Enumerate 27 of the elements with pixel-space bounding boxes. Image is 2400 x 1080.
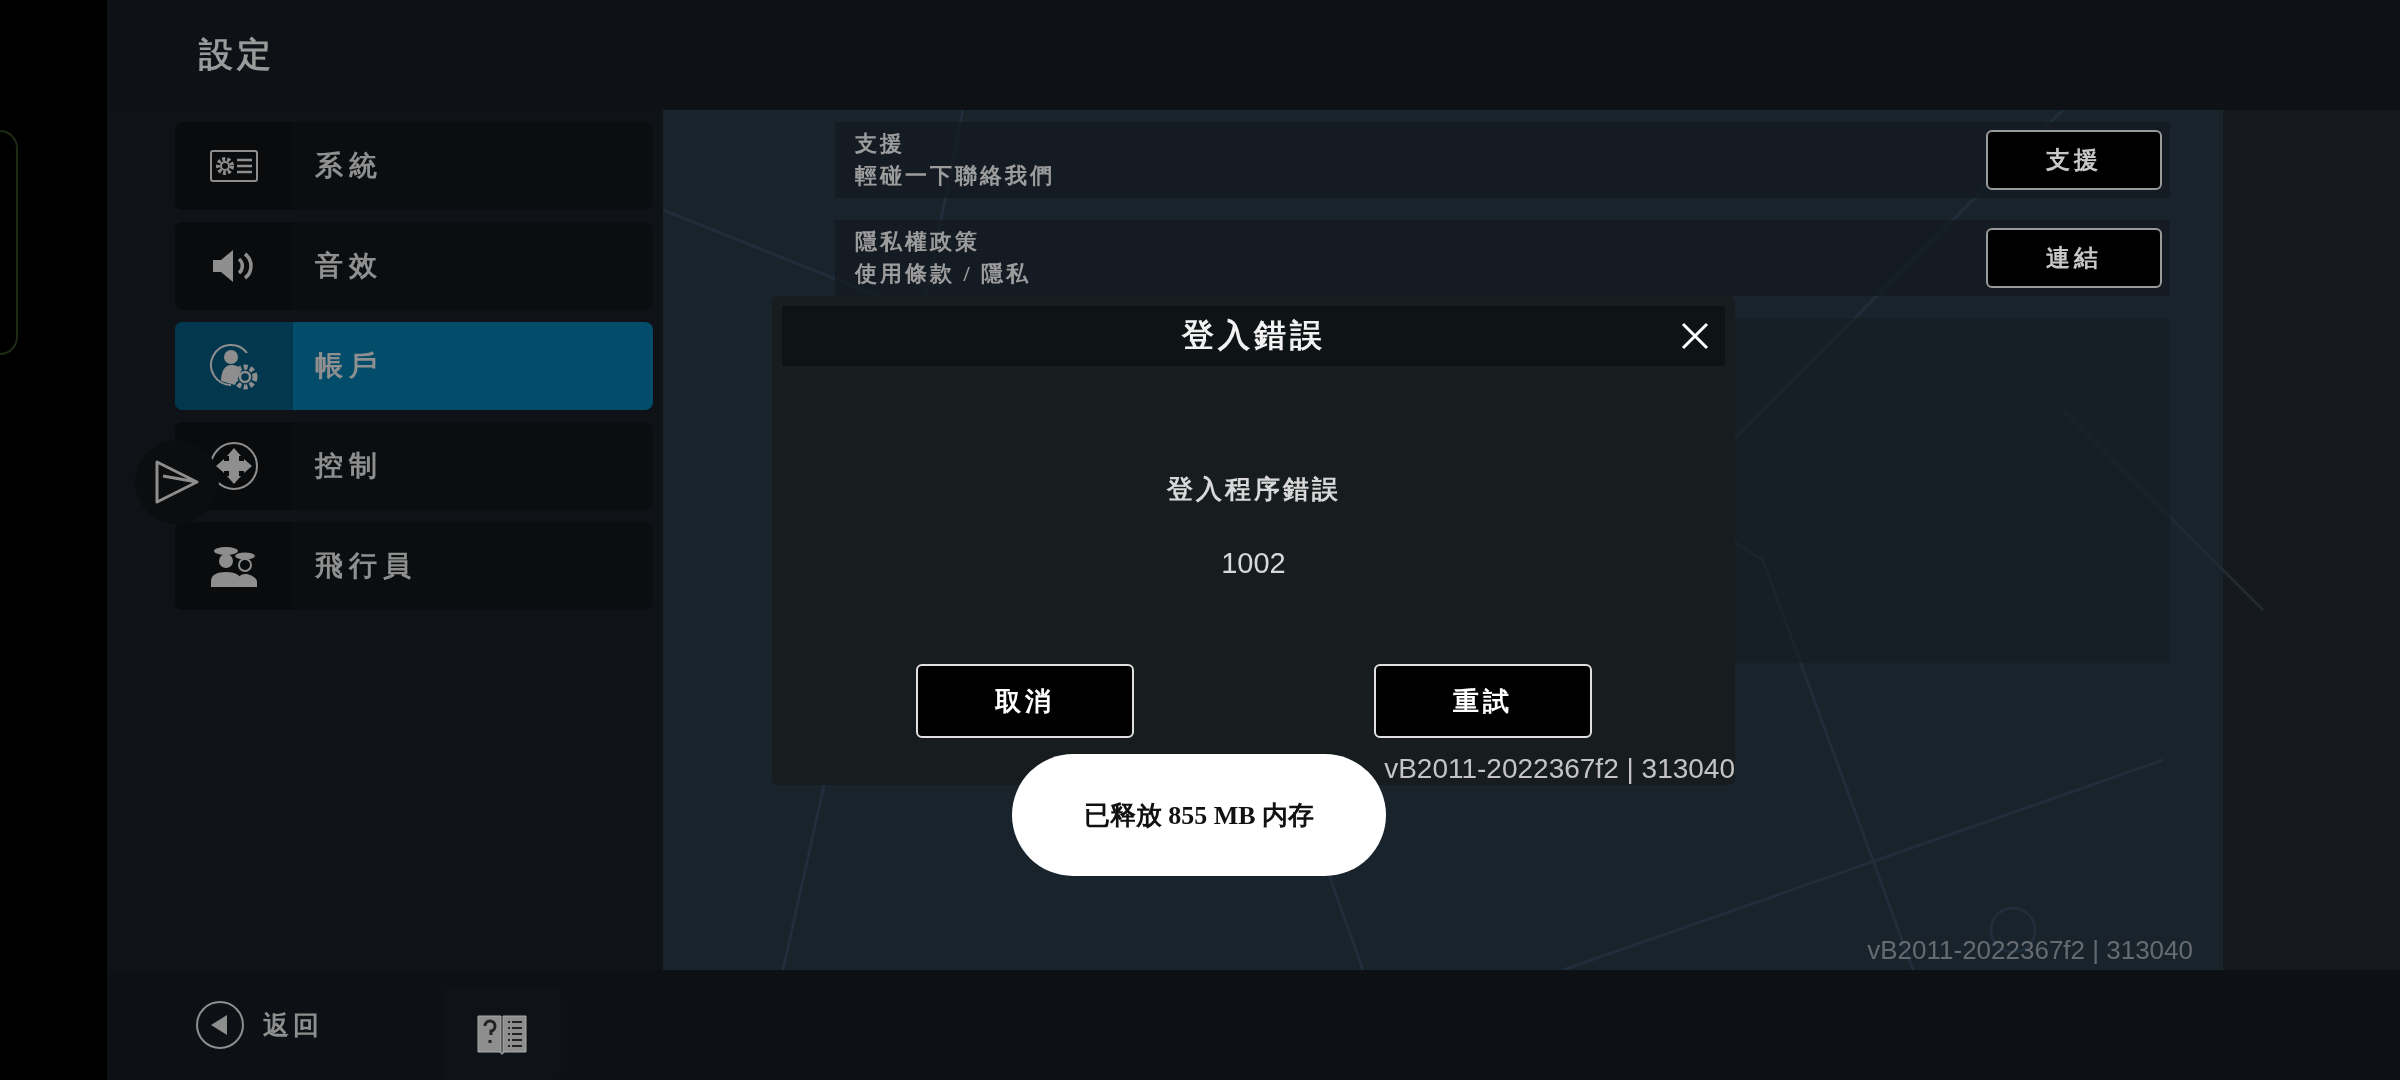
version-text: vB2011-2022367f2 | 313040 bbox=[1384, 753, 1735, 785]
row-subtitle: 使用條款 / 隱私 bbox=[855, 260, 1032, 288]
sidebar-item[interactable]: 音效 bbox=[175, 222, 653, 310]
row-title: 支援 bbox=[855, 130, 906, 158]
error-message: 登入程序錯誤 bbox=[1166, 474, 1341, 506]
dialog-button[interactable]: 取消 bbox=[915, 664, 1134, 738]
move-arrows-icon bbox=[209, 441, 259, 491]
page-title: 設定 bbox=[199, 35, 275, 75]
row-title: 隱私權政策 bbox=[855, 228, 981, 256]
back-button[interactable]: 返回 bbox=[195, 1000, 323, 1050]
send-icon bbox=[153, 458, 201, 506]
dialog-button[interactable]: 重試 bbox=[1373, 664, 1592, 738]
error-code: 1002 bbox=[1221, 547, 1286, 580]
settings-card-icon bbox=[210, 150, 258, 182]
sidebar-item[interactable]: 飛行員 bbox=[175, 522, 653, 610]
row-subtitle: 輕碰一下聯絡我們 bbox=[855, 162, 1055, 190]
row-button[interactable]: 連結 bbox=[1986, 228, 2162, 288]
version-text: vB2011-2022367f2 | 313040 bbox=[1867, 935, 2193, 966]
side-handle[interactable] bbox=[0, 130, 18, 355]
help-book-icon bbox=[477, 1012, 527, 1056]
sidebar-item[interactable]: 系統 bbox=[175, 122, 653, 210]
dialog-title: 登入錯誤 bbox=[1181, 316, 1326, 355]
back-icon bbox=[195, 1000, 245, 1050]
sidebar-item[interactable]: 控制 bbox=[175, 422, 653, 510]
pilots-icon bbox=[209, 545, 259, 587]
row-button[interactable]: 支援 bbox=[1986, 130, 2162, 190]
user-settings-icon bbox=[209, 341, 259, 391]
